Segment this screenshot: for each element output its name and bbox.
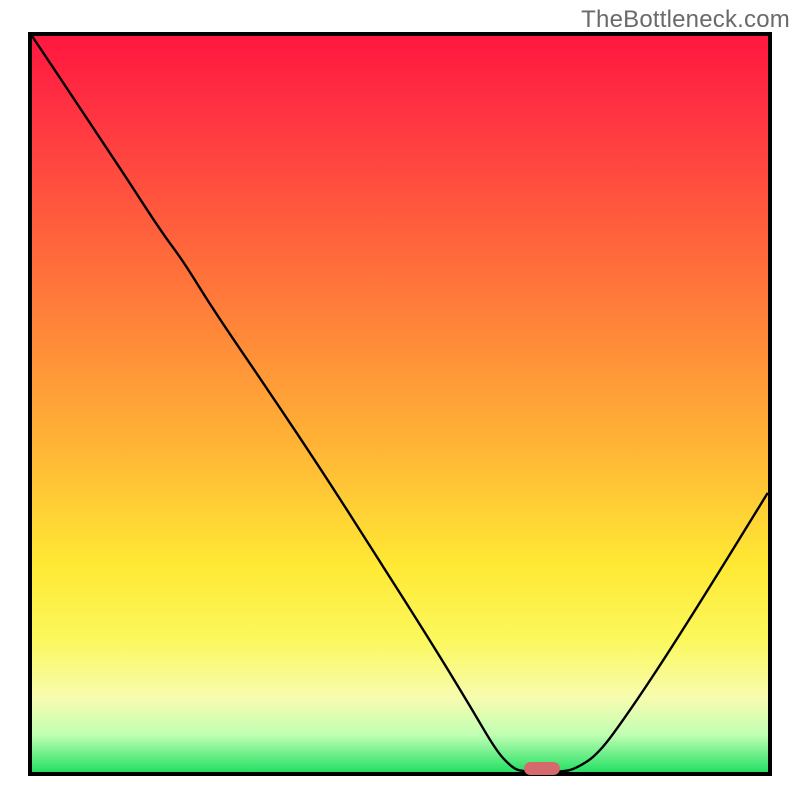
optimum-marker <box>524 762 560 775</box>
plot-area <box>28 32 772 776</box>
chart-container: TheBottleneck.com <box>0 0 800 800</box>
bottleneck-curve <box>32 36 768 772</box>
watermark-text: TheBottleneck.com <box>581 6 790 34</box>
